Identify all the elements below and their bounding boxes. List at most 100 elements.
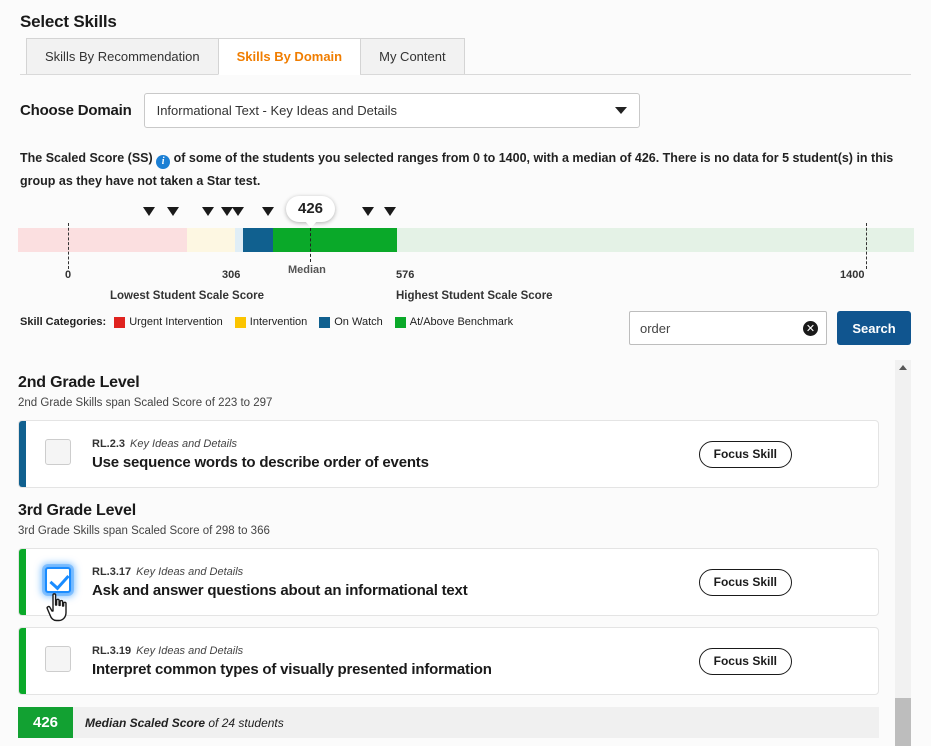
student-marker: [384, 207, 396, 216]
skill-code: RL.3.19: [92, 644, 132, 657]
skill-category-bar: [19, 628, 26, 694]
skills-list-scrollbar[interactable]: [895, 360, 911, 746]
median-scaled-score-strip: 426 Median Scaled Score of 24 students: [18, 707, 879, 738]
legend-item-at-above-benchmark: At/Above Benchmark: [394, 316, 514, 328]
tab-my-content[interactable]: My Content: [360, 38, 465, 75]
skill-domain: Key Ideas and Details: [130, 437, 238, 450]
focus-skill-button[interactable]: Focus Skill: [698, 647, 792, 675]
student-marker: [202, 207, 214, 216]
highest-score-caption: Highest Student Scale Score: [396, 290, 553, 302]
tab-bar: Skills By Recommendation Skills By Domai…: [26, 38, 465, 75]
focus-skill-button[interactable]: Focus Skill: [698, 440, 792, 468]
legend-item-urgent-intervention: Urgent Intervention: [114, 316, 223, 328]
skill-domain: Key Ideas and Details: [136, 644, 244, 657]
skill-code: RL.3.17: [92, 565, 132, 578]
skill-meta: RL.3.19 Key Ideas and Details: [92, 645, 699, 657]
skill-category-bar: [19, 421, 26, 487]
lowest-score-caption: Lowest Student Scale Score: [110, 290, 265, 302]
legend-swatch-urgent-intervention: [114, 316, 126, 328]
skill-meta: RL.3.17 Key Ideas and Details: [92, 566, 699, 578]
student-marker: [262, 207, 274, 216]
scrollbar-thumb[interactable]: [895, 698, 911, 746]
scroll-up-icon[interactable]: [899, 365, 907, 370]
guide-line-max: [866, 223, 867, 269]
domain-select-value: Informational Text - Key Ideas and Detai…: [156, 103, 397, 118]
skill-checkbox-wrapper: [45, 646, 75, 676]
skill-meta: RL.2.3 Key Ideas and Details: [92, 438, 699, 450]
description-text-1: The Scaled Score (SS): [20, 151, 153, 165]
scale-bar: [18, 228, 914, 252]
skill-row[interactable]: RL.3.17 Key Ideas and Details Ask and answ…: [18, 548, 879, 616]
choose-domain-label: Choose Domain: [20, 102, 132, 119]
skills-list: 2nd Grade Level 2nd Grade Skills span Sca…: [0, 360, 896, 746]
legend-item-on-watch: On Watch: [319, 316, 383, 328]
skill-row[interactable]: RL.3.19 Key Ideas and Details Interpret co…: [18, 627, 879, 695]
skill-text: RL.3.17 Key Ideas and Details Ask and answ…: [92, 566, 699, 599]
axis-tick-306: 306: [222, 269, 241, 281]
skill-checkbox-wrapper: [45, 439, 75, 469]
scale-segment-at-above-benchmark: [273, 228, 397, 252]
scaled-score-description: The Scaled Score (SS) i of some of the s…: [20, 147, 908, 193]
skill-checkbox[interactable]: [45, 567, 71, 593]
skill-code: RL.2.3: [92, 437, 126, 450]
guide-line-median: [310, 228, 311, 262]
skill-text: RL.3.19 Key Ideas and Details Interpret co…: [92, 645, 699, 678]
skill-checkbox[interactable]: [45, 646, 71, 672]
search-button[interactable]: Search: [837, 311, 911, 345]
tab-skills-by-recommendation[interactable]: Skills By Recommendation: [26, 38, 218, 75]
student-marker: [167, 207, 179, 216]
legend-swatch-on-watch: [319, 316, 331, 328]
skill-domain: Key Ideas and Details: [136, 565, 244, 578]
page-title: Select Skills: [20, 12, 117, 31]
grade-level-title: 3rd Grade Level: [18, 502, 136, 519]
scale-segment-on-watch: [243, 228, 273, 252]
legend-item-intervention: Intervention: [234, 316, 308, 328]
guide-line-min: [68, 223, 69, 269]
legend-label-urgent-intervention: Urgent Intervention: [129, 316, 223, 328]
median-score-text: Median Scaled Score of 24 students: [85, 715, 284, 730]
domain-select[interactable]: Informational Text - Key Ideas and Detai…: [143, 93, 640, 128]
tab-bar-divider: [20, 74, 911, 75]
choose-domain-row: Choose Domain Informational Text - Key I…: [20, 93, 640, 128]
legend-swatch-at-above-benchmark: [394, 316, 406, 328]
tab-skills-by-domain[interactable]: Skills By Domain: [217, 38, 361, 75]
skill-checkbox[interactable]: [45, 439, 71, 465]
hand-cursor-icon: [46, 593, 67, 622]
focus-skill-button[interactable]: Focus Skill: [698, 568, 792, 596]
skill-row[interactable]: RL.2.3 Key Ideas and Details Use sequence …: [18, 420, 879, 488]
skill-text: RL.2.3 Key Ideas and Details Use sequence …: [92, 438, 699, 471]
legend-label-on-watch: On Watch: [334, 316, 383, 328]
skill-name: Use sequence words to describe order of …: [92, 453, 429, 471]
scaled-score-scale: 426 Median 0 306 576 1400 Lowest Student…: [0, 195, 931, 310]
grade-level-subtitle: 3rd Grade Skills span Scaled Score of 29…: [18, 525, 270, 537]
student-marker: [362, 207, 374, 216]
axis-tick-0: 0: [65, 269, 72, 281]
axis-tick-1400: 1400: [840, 269, 865, 281]
median-caption: Median: [288, 264, 326, 276]
grade-level-subtitle: 2nd Grade Skills span Scaled Score of 22…: [18, 397, 273, 409]
skill-categories-legend: Skill Categories: Urgent Intervention In…: [20, 316, 525, 328]
skill-category-bar: [19, 549, 26, 615]
legend-label-at-above-benchmark: At/Above Benchmark: [409, 316, 514, 328]
info-icon[interactable]: i: [156, 155, 171, 169]
search-input[interactable]: order ✕: [629, 311, 827, 345]
median-score-badge: 426: [18, 707, 73, 738]
median-bubble: 426: [286, 196, 336, 228]
clear-icon[interactable]: ✕: [803, 320, 818, 336]
scale-segment-intervention-light: [187, 228, 235, 252]
scale-segment-on-watch-light: [235, 228, 243, 252]
axis-tick-576: 576: [396, 269, 415, 281]
student-marker: [143, 207, 155, 216]
legend-title: Skill Categories:: [20, 316, 107, 328]
scale-segment-at-above-benchmark-light: [397, 228, 914, 252]
chevron-down-icon: [614, 107, 627, 114]
skill-name: Interpret common types of visually prese…: [92, 660, 492, 678]
search-input-value: order: [640, 320, 671, 336]
legend-swatch-intervention: [234, 316, 246, 328]
legend-label-intervention: Intervention: [249, 316, 308, 328]
skill-name: Ask and answer questions about an inform…: [92, 581, 468, 599]
grade-level-title: 2nd Grade Level: [18, 374, 140, 391]
scale-segment-urgent-intervention-light: [18, 228, 187, 252]
student-marker: [232, 207, 244, 216]
search-area: order ✕ Search: [629, 311, 911, 345]
